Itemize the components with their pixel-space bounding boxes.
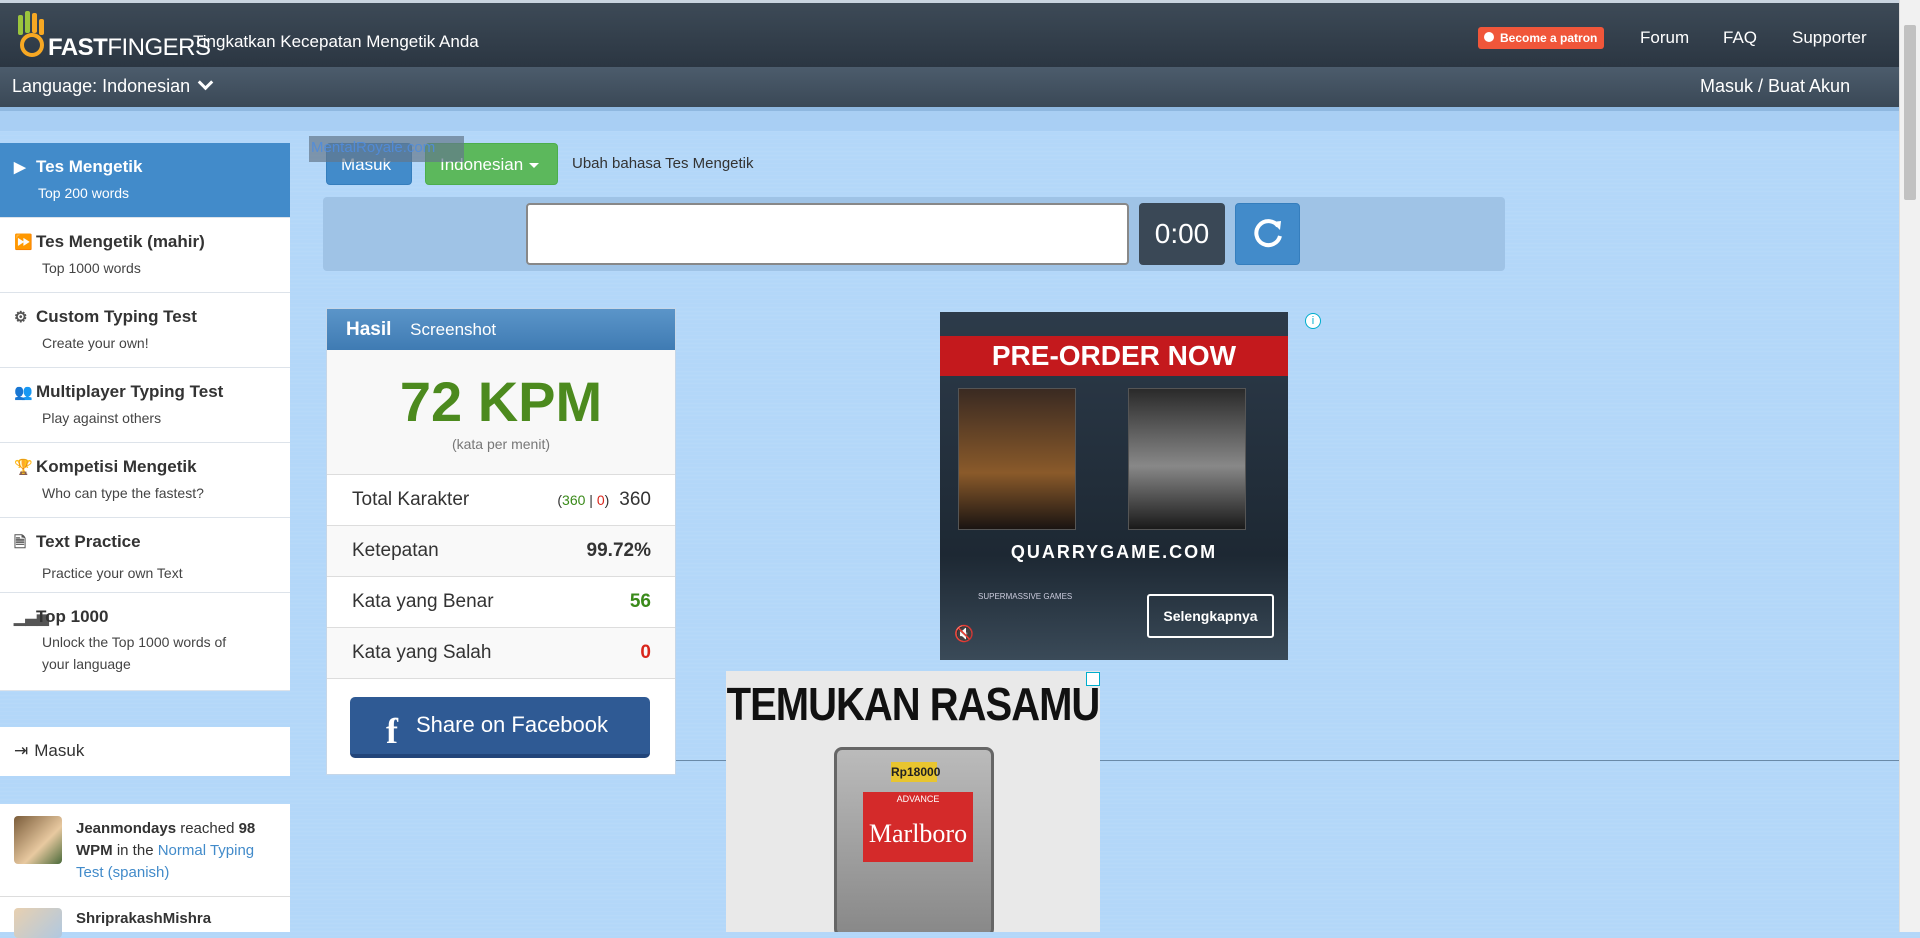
ad-price: Rp18000: [891, 762, 940, 782]
facebook-icon: f: [386, 711, 398, 751]
refresh-icon: [1254, 219, 1282, 248]
play-icon: ▶: [14, 159, 26, 176]
scrollbar-thumb[interactable]: [1904, 25, 1916, 200]
correct-words-value: 56: [629, 591, 651, 612]
tab-screenshot[interactable]: Screenshot: [410, 320, 496, 339]
ad-learn-more-button[interactable]: Selengkapnya: [1147, 594, 1274, 638]
timer: 0:00: [1139, 203, 1225, 265]
game-cover-image: [1128, 388, 1246, 530]
ad-info-icon[interactable]: i: [1305, 313, 1321, 329]
gears-icon: ⚙: [14, 309, 28, 326]
sidebar-item-top-1000[interactable]: ▁▃▅Top 1000 Unlock the Top 1000 words of…: [0, 593, 290, 691]
activity-feed: Jeanmondays reached 98 WPM in the Normal…: [0, 804, 290, 938]
users-icon: 👥: [14, 384, 33, 401]
feed-username[interactable]: Jeanmondays: [76, 820, 176, 837]
game-cover-image: [958, 388, 1076, 530]
feed-username[interactable]: ShriprakashMishra: [76, 910, 211, 927]
sidebar-item-competition[interactable]: 🏆 Kompetisi Mengetik Who can type the fas…: [0, 443, 290, 518]
patreon-icon: [1484, 32, 1494, 42]
tagline: Tingkatkan Kecepatan Mengetik Anda: [193, 32, 479, 51]
reload-button[interactable]: [1235, 203, 1300, 265]
become-patron-button[interactable]: Become a patron: [1478, 27, 1605, 49]
tab-results[interactable]: Hasil: [346, 319, 391, 340]
scrollbar[interactable]: [1899, 0, 1920, 932]
keystrokes-label: Total Karakter: [352, 489, 470, 510]
wrong-words-row: Kata yang Salah 0: [327, 628, 675, 679]
logo-text: FASTFINGERS: [48, 34, 211, 61]
header-strip: [0, 111, 1899, 131]
change-language-label: Ubah bahasa Tes Mengetik: [572, 155, 754, 172]
sidebar: ▶ Tes Mengetik Top 200 words ⏩ Tes Mengeti…: [0, 143, 290, 691]
accuracy-value: 99.72%: [586, 540, 651, 561]
sub-navbar: Language: Indonesian Masuk / Buat Akun: [0, 67, 1899, 111]
sign-in-icon: ⇥: [14, 741, 29, 760]
sidebar-item-text-practice[interactable]: 🗎 Text Practice Practice your own Text: [0, 518, 290, 593]
wrong-words-value: 0: [640, 642, 651, 663]
ad-headline: PRE-ORDER NOW: [940, 336, 1288, 376]
avatar[interactable]: [14, 908, 62, 938]
results-panel: Hasil Screenshot 72 KPM (kata per menit)…: [326, 308, 676, 775]
document-icon: 🗎: [14, 534, 27, 551]
radio-image: Rp18000 ADVANCE Marlboro: [834, 747, 994, 932]
correct-words-row: Kata yang Benar 56: [327, 577, 675, 628]
wpm-value: 72 KPM: [399, 370, 603, 433]
accuracy-row: Ketepatan 99.72%: [327, 526, 675, 577]
feed-text: Jeanmondays reached 98 WPM in the Normal…: [76, 820, 256, 881]
nav-faq-link[interactable]: FAQ: [1723, 28, 1757, 48]
ad-site: QUARRYGAME.COM: [1010, 542, 1218, 562]
wpm-note: (kata per menit): [451, 436, 551, 452]
caret-down-icon: [529, 163, 540, 169]
avatar[interactable]: [14, 816, 62, 864]
keystrokes-row: Total Karakter (360 | 0) 360: [327, 475, 675, 526]
results-tabs: Hasil Screenshot: [327, 309, 675, 350]
accuracy-label: Ketepatan: [352, 540, 439, 561]
ad-headline: TEMUKAN RASAMU: [726, 679, 1100, 731]
logo[interactable]: FASTFINGERS: [12, 11, 211, 61]
sidebar-item-multiplayer[interactable]: 👥 Multiplayer Typing Test Play against ot…: [0, 368, 290, 443]
sidebar-item-advanced-test[interactable]: ⏩ Tes Mengetik (mahir) Top 1000 words: [0, 218, 290, 293]
nav-supporter-link[interactable]: Supporter: [1792, 28, 1867, 48]
hand-logo-icon: [18, 11, 44, 57]
ad-choices-icon[interactable]: [1086, 672, 1100, 686]
mute-icon[interactable]: 🔇: [954, 624, 974, 644]
login-signup-link[interactable]: Masuk / Buat Akun: [1700, 76, 1850, 97]
chevron-down-icon: [197, 74, 214, 91]
list-item: Jeanmondays reached 98 WPM in the Normal…: [0, 804, 290, 897]
sidebar-login[interactable]: ⇥ Masuk: [0, 727, 290, 776]
keystrokes-value: (360 | 0) 360: [557, 489, 651, 510]
nav-forum-link[interactable]: Forum: [1640, 28, 1689, 48]
sidebar-item-typing-test[interactable]: ▶ Tes Mengetik Top 200 words: [0, 143, 290, 218]
fast-forward-icon: ⏩: [14, 234, 33, 251]
correct-words-label: Kata yang Benar: [352, 591, 494, 612]
wpm-box: 72 KPM (kata per menit): [327, 350, 675, 475]
language-dropdown[interactable]: Language: Indonesian: [12, 74, 214, 97]
trophy-icon: 🏆: [14, 459, 33, 476]
top-navbar: FASTFINGERS Tingkatkan Kecepatan Mengeti…: [0, 0, 1899, 67]
wrong-words-label: Kata yang Salah: [352, 642, 492, 663]
ad-advance: ADVANCE: [896, 794, 940, 804]
typing-input[interactable]: [526, 203, 1129, 265]
ad-studio: SUPERMASSIVE GAMES: [978, 592, 1073, 601]
signal-icon: ▁▃▅: [14, 609, 49, 626]
sidebar-item-custom-test[interactable]: ⚙ Custom Typing Test Create your own!: [0, 293, 290, 368]
watermark: MentalRoyale.com: [309, 136, 464, 162]
ad-banner-radio[interactable]: TEMUKAN RASAMU Rp18000 ADVANCE Marlboro: [726, 671, 1100, 932]
ad-banner-quarry[interactable]: PRE-ORDER NOW QUARRYGAME.COM SUPERMASSIV…: [940, 312, 1288, 660]
share-facebook-button[interactable]: f Share on Facebook: [350, 697, 650, 758]
